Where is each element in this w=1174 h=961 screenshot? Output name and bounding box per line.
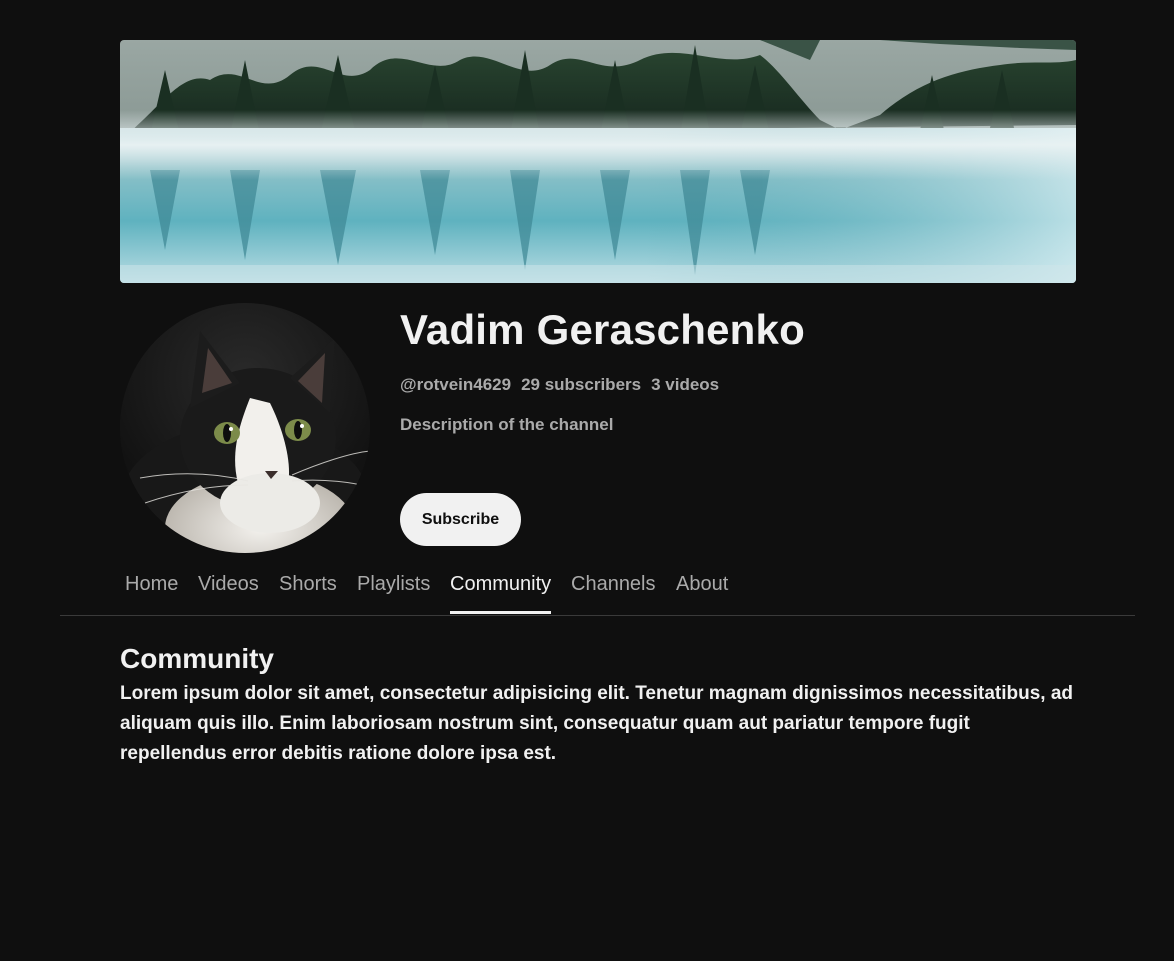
tabs-divider [60,615,1135,616]
channel-handle[interactable]: @rotvein4629 [400,375,511,395]
tab-videos[interactable]: Videos [198,560,259,614]
community-section: Community Lorem ipsum dolor sit amet, co… [120,641,1080,769]
cat-avatar-image [120,303,370,553]
tab-community[interactable]: Community [450,560,552,614]
channel-page: Vadim Geraschenko @rotvein4629 29 subscr… [0,0,1174,961]
channel-name: Vadim Geraschenko [400,306,805,353]
subscribe-button[interactable]: Subscribe [400,493,521,546]
channel-avatar[interactable] [120,303,370,553]
channel-banner [120,40,1076,283]
tab-shorts[interactable]: Shorts [279,560,337,614]
tab-playlists[interactable]: Playlists [357,560,430,614]
tab-home[interactable]: Home [125,560,178,614]
channel-tabs: Home Videos Shorts Playlists Community C… [0,560,1174,616]
channel-meta: @rotvein4629 29 subscribers 3 videos [400,375,805,395]
community-post-text: Lorem ipsum dolor sit amet, consectetur … [120,683,1074,764]
community-title: Community [120,643,274,674]
channel-description[interactable]: Description of the channel [400,415,805,435]
subscriber-count: 29 subscribers [521,375,642,394]
channel-info: Vadim Geraschenko @rotvein4629 29 subscr… [400,303,805,435]
tab-about[interactable]: About [676,560,728,614]
video-count: 3 videos [651,375,720,394]
tab-channels[interactable]: Channels [571,560,656,614]
banner-image [120,40,1076,283]
